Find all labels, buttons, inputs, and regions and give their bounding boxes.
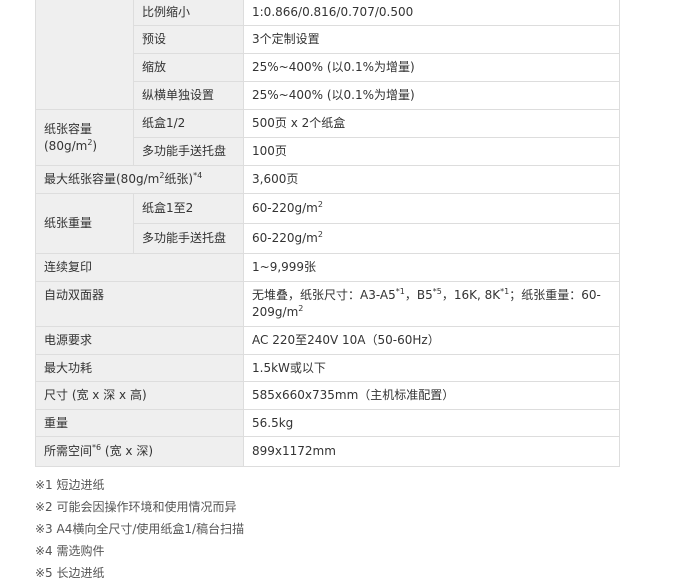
value-cell: 500页 x 2个纸盒 — [243, 109, 620, 138]
table-row: 电源要求 AC 220至240V 10A（50-60Hz） — [35, 326, 620, 355]
table-row: 连续复印 1~9,999张 — [35, 253, 620, 282]
footnote: ※4 需选购件 — [35, 544, 105, 558]
row-header-empty — [35, 0, 134, 110]
footnote: ※1 短边进纸 — [35, 478, 105, 492]
row-header-continuous: 连续复印 — [35, 253, 244, 282]
row-header-power: 电源要求 — [35, 326, 244, 355]
value-cell: 1:0.866/0.816/0.707/0.500 — [243, 0, 620, 26]
footnote: ※3 A4横向全尺寸/使用纸盒1/稿台扫描 — [35, 522, 245, 536]
value-cell: 60-220g/m2 — [243, 193, 620, 224]
value-cell: 56.5kg — [243, 409, 620, 437]
value-cell: 3个定制设置 — [243, 25, 620, 54]
header-unit: (80g/m2) — [44, 137, 98, 153]
row-header-paper-weight: 纸张重量 — [35, 193, 134, 254]
row-header-weight: 重量 — [35, 409, 244, 437]
sub-label: 纵横单独设置 — [133, 81, 244, 110]
sub-label: 多功能手送托盘 — [133, 137, 244, 166]
sub-label: 缩放 — [133, 53, 244, 82]
row-header-paper-capacity: 纸张容量 (80g/m2) — [35, 109, 134, 166]
row-header-max-capacity: 最大纸张容量(80g/m2纸张)*4 — [35, 165, 244, 194]
value-cell: 1~9,999张 — [243, 253, 620, 282]
header-text: 纸张容量 — [44, 121, 93, 136]
value-cell: 585x660x735mm（主机标准配置） — [243, 381, 620, 410]
table-row: 尺寸 (宽 x 深 x 高) 585x660x735mm（主机标准配置） — [35, 381, 620, 410]
sub-label: 纸盒1至2 — [133, 193, 244, 224]
value-cell: 1.5kW或以下 — [243, 354, 620, 382]
table-row: 重量 56.5kg — [35, 409, 620, 437]
footnote: ※5 长边进纸 — [35, 566, 105, 580]
value-cell: 25%~400% (以0.1%为增量) — [243, 53, 620, 82]
value-cell: 100页 — [243, 137, 620, 166]
value-cell: 60-220g/m2 — [243, 223, 620, 254]
table-row: 纸张重量 纸盒1至2 60-220g/m2 — [35, 193, 620, 254]
spec-table: 比例缩小 1:0.866/0.816/0.707/0.500 预设 3个定制设置… — [35, 0, 620, 467]
sub-label: 比例缩小 — [133, 0, 244, 26]
value-cell: 3,600页 — [243, 165, 620, 194]
table-row: 最大功耗 1.5kW或以下 — [35, 354, 620, 382]
footnotes: ※1 短边进纸 ※2 可能会因操作环境和使用情况而异 ※3 A4横向全尺寸/使用… — [35, 474, 244, 584]
row-header-max-power: 最大功耗 — [35, 354, 244, 382]
table-row: 纸张容量 (80g/m2) 纸盒1/2 500页 x 2个纸盒 — [35, 109, 620, 166]
value-cell: AC 220至240V 10A（50-60Hz） — [243, 326, 620, 355]
table-row: 所需空间*6 (宽 x 深) 899x1172mm — [35, 436, 620, 467]
sub-label: 多功能手送托盘 — [133, 223, 244, 254]
row-header-space: 所需空间*6 (宽 x 深) — [35, 436, 244, 467]
sub-label: 纸盒1/2 — [133, 109, 244, 138]
table-row: 比例缩小 1:0.866/0.816/0.707/0.500 — [35, 0, 620, 110]
table-row: 最大纸张容量(80g/m2纸张)*4 3,600页 — [35, 165, 620, 194]
sub-label: 预设 — [133, 25, 244, 54]
value-cell: 25%~400% (以0.1%为增量) — [243, 81, 620, 110]
value-cell: 899x1172mm — [243, 436, 620, 467]
table-row: 自动双面器 无堆叠，纸张尺寸：A3-A5*1，B5*5，16K, 8K*1；纸张… — [35, 281, 620, 327]
row-header-duplex: 自动双面器 — [35, 281, 244, 327]
footnote: ※2 可能会因操作环境和使用情况而异 — [35, 500, 237, 514]
value-cell: 无堆叠，纸张尺寸：A3-A5*1，B5*5，16K, 8K*1；纸张重量：60-… — [243, 281, 620, 327]
row-header-size: 尺寸 (宽 x 深 x 高) — [35, 381, 244, 410]
